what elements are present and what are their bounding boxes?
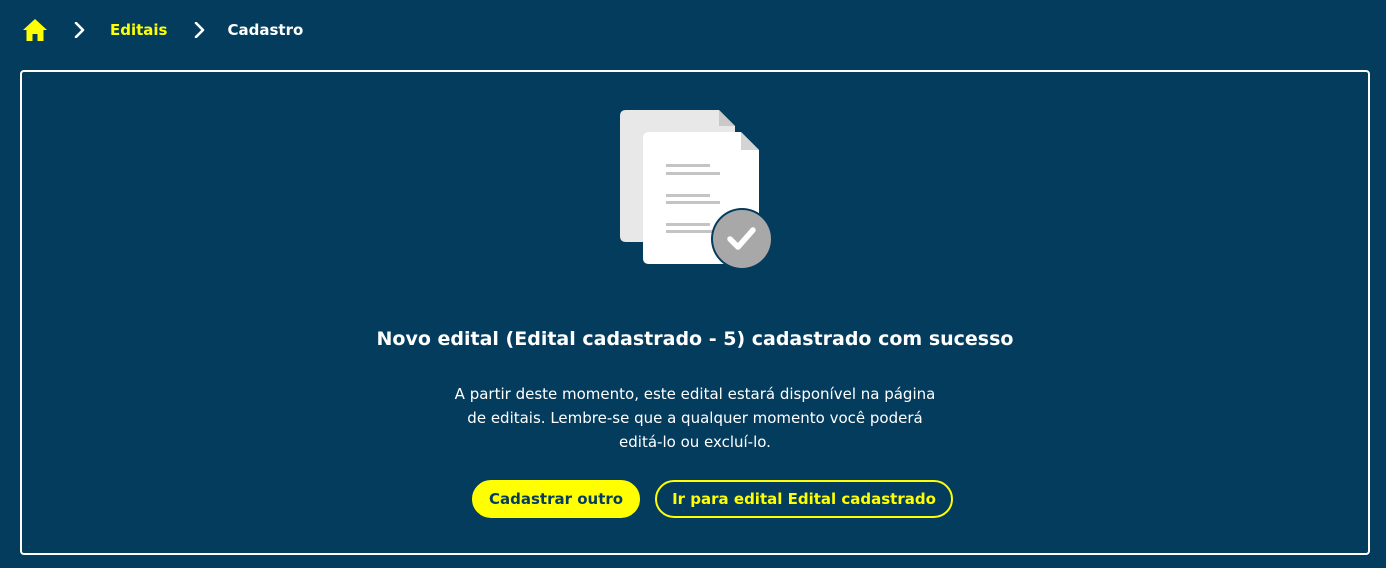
chevron-right-icon	[194, 22, 206, 38]
go-to-edital-button[interactable]: Ir para edital Edital cadastrado	[655, 480, 953, 518]
breadcrumb: Editais Cadastro	[22, 15, 303, 45]
success-description: A partir deste momento, este edital esta…	[454, 385, 936, 451]
breadcrumb-link-editais[interactable]: Editais	[110, 21, 168, 39]
documents-check-icon	[619, 108, 779, 278]
success-title: Novo edital (Edital cadastrado - 5) cada…	[376, 328, 1014, 350]
chevron-right-icon	[74, 22, 86, 38]
register-another-button[interactable]: Cadastrar outro	[472, 480, 641, 518]
success-card: Novo edital (Edital cadastrado - 5) cada…	[20, 70, 1370, 555]
actions: Cadastrar outro Ir para edital Edital ca…	[472, 480, 953, 518]
breadcrumb-current: Cadastro	[227, 21, 304, 39]
home-icon[interactable]	[22, 17, 48, 43]
